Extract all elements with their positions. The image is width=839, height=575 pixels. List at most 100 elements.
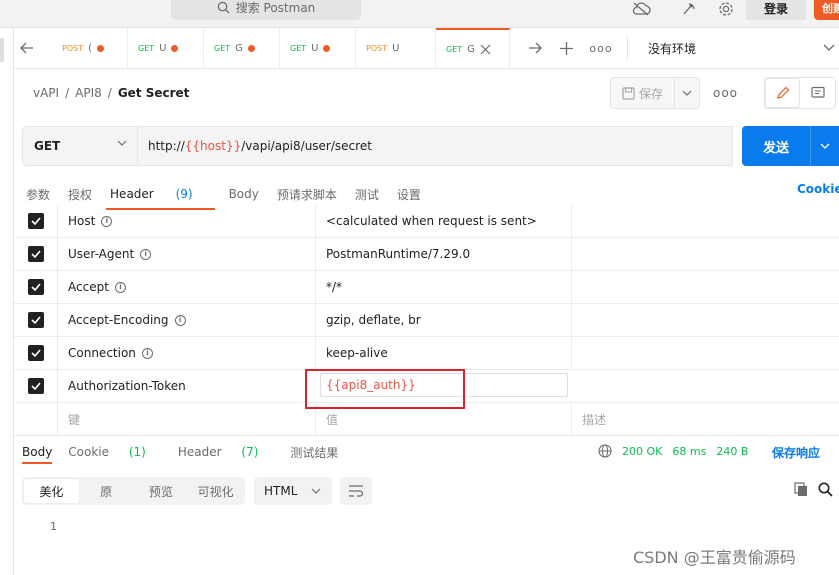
send-button[interactable]: 发送: [742, 126, 810, 166]
header-key-cell[interactable]: Accept-Encoding i: [68, 304, 186, 336]
status-code[interactable]: 200 OK: [622, 445, 662, 458]
header-value-cell[interactable]: keep-alive: [315, 337, 572, 369]
checkbox-checked-icon: [27, 279, 44, 295]
header-value-cell[interactable]: */*: [315, 271, 572, 303]
header-key: User-Agent: [68, 247, 135, 261]
tab-settings[interactable]: 设置: [397, 186, 421, 203]
request-tab-active[interactable]: GET G: [436, 28, 510, 68]
global-search-input[interactable]: 搜索 Postman: [171, 0, 361, 20]
create-account-button[interactable]: 创建: [814, 0, 839, 20]
arrow-right-icon[interactable]: [526, 39, 544, 57]
format-raw[interactable]: 原: [79, 479, 134, 503]
arrow-left-icon[interactable]: [18, 39, 36, 57]
tab-method: GET: [446, 44, 463, 54]
header-key-cell[interactable]: Host i: [68, 205, 113, 237]
cookies-link[interactable]: Cookie: [797, 182, 839, 196]
request-tab[interactable]: GET G: [204, 28, 280, 68]
environment-select[interactable]: 没有环境: [648, 40, 696, 57]
save-options-dropdown[interactable]: [674, 78, 699, 108]
tab-params[interactable]: 参数: [26, 186, 50, 203]
header-value: <calculated when request is sent>: [326, 214, 537, 228]
save-response-button[interactable]: 保存响应: [772, 444, 820, 461]
more-tabs-icon[interactable]: ooo: [589, 39, 611, 57]
header-value-cell[interactable]: PostmanRuntime/7.29.0: [315, 238, 572, 270]
header-enabled-checkbox[interactable]: [14, 205, 58, 237]
wrap-lines-icon[interactable]: [340, 477, 372, 505]
header-key: Accept: [68, 280, 109, 294]
tab-pre-request-script[interactable]: 预请求脚本: [277, 186, 337, 203]
checkbox-checked-icon: [27, 378, 44, 394]
header-count: (7): [241, 445, 259, 459]
login-button[interactable]: 登录: [746, 0, 806, 20]
plus-icon[interactable]: [557, 39, 575, 57]
new-description-input[interactable]: 描述: [582, 403, 606, 435]
table-row: User-Agent i PostmanRuntime/7.29.0: [14, 238, 839, 271]
unsaved-dot-icon: [97, 44, 104, 52]
header-key-cell[interactable]: Connection i: [68, 337, 153, 369]
request-tab[interactable]: POST (: [52, 28, 128, 68]
info-icon[interactable]: i: [141, 347, 153, 359]
checkbox-checked-icon: [27, 213, 44, 229]
breadcrumb-separator: /: [107, 86, 112, 100]
header-key-cell[interactable]: Authorization-Token: [68, 370, 186, 402]
tab-cookie-label: Cookie: [68, 445, 110, 459]
tab-tests[interactable]: 测试: [355, 186, 379, 203]
header-key-cell[interactable]: User-Agent i: [68, 238, 152, 270]
header-enabled-checkbox[interactable]: [14, 238, 58, 270]
breadcrumb-collection[interactable]: vAPI: [33, 86, 59, 100]
request-name[interactable]: Get Secret: [118, 86, 190, 100]
language-select[interactable]: HTML: [254, 477, 332, 505]
tab-response-body[interactable]: Body: [22, 445, 53, 464]
info-icon[interactable]: i: [174, 314, 186, 326]
new-key-input[interactable]: 键: [68, 403, 80, 435]
key-placeholder: 键: [68, 412, 81, 427]
gear-icon[interactable]: [713, 0, 739, 18]
sidebar-handle[interactable]: [0, 38, 4, 62]
tab-body[interactable]: Body: [229, 187, 259, 201]
request-tab[interactable]: GET U: [280, 28, 356, 68]
more-actions-button[interactable]: ooo: [713, 86, 738, 100]
url-input[interactable]: http://{{host}}/vapi/api8/user/secret: [138, 126, 733, 166]
response-time[interactable]: 68 ms: [672, 445, 706, 458]
format-visualize[interactable]: 可视化: [188, 479, 243, 503]
breadcrumb-folder[interactable]: API8: [75, 86, 102, 100]
save-button[interactable]: 保存: [611, 78, 674, 108]
response-size[interactable]: 240 B: [716, 445, 748, 458]
table-row: Connection i keep-alive: [14, 337, 839, 370]
header-key-cell[interactable]: Accept i: [68, 271, 126, 303]
tab-authorization[interactable]: 授权: [68, 186, 92, 203]
close-icon[interactable]: [480, 44, 491, 55]
search-icon[interactable]: [818, 482, 833, 497]
copy-icon[interactable]: [794, 482, 808, 497]
pencil-icon[interactable]: [765, 78, 801, 108]
globe-icon[interactable]: [598, 444, 612, 458]
header-enabled-checkbox[interactable]: [14, 337, 58, 369]
tab-headers[interactable]: Header (9): [106, 187, 215, 210]
header-enabled-checkbox[interactable]: [14, 271, 58, 303]
request-tab[interactable]: POST U: [356, 28, 436, 68]
header-value-cell[interactable]: <calculated when request is sent>: [315, 205, 572, 237]
info-icon[interactable]: i: [140, 248, 152, 260]
format-preview[interactable]: 预览: [134, 479, 189, 503]
header-value-cell[interactable]: gzip, deflate, br: [315, 304, 572, 336]
info-icon[interactable]: i: [114, 281, 126, 293]
request-tab[interactable]: GET U: [128, 28, 204, 68]
tab-test-results[interactable]: 测试结果: [290, 444, 338, 461]
tab-response-headers[interactable]: Header (7): [178, 445, 275, 459]
header-value: PostmanRuntime/7.29.0: [326, 247, 471, 261]
header-enabled-checkbox[interactable]: [14, 370, 58, 402]
chevron-down-icon[interactable]: [820, 39, 838, 57]
divider: [627, 36, 628, 60]
comment-icon[interactable]: [800, 78, 835, 108]
http-method-select[interactable]: GET: [22, 126, 138, 166]
tab-name: U: [159, 42, 167, 54]
send-options-dropdown[interactable]: [810, 126, 839, 166]
sync-cloud-icon[interactable]: [628, 0, 654, 18]
info-icon[interactable]: i: [101, 215, 113, 227]
tab-response-cookies[interactable]: Cookie (1): [68, 445, 162, 459]
satellite-icon[interactable]: [676, 0, 702, 18]
header-enabled-checkbox[interactable]: [14, 304, 58, 336]
checkbox-checked-icon: [27, 345, 44, 361]
pane-divider[interactable]: [14, 435, 839, 436]
format-pretty[interactable]: 美化: [24, 479, 79, 503]
